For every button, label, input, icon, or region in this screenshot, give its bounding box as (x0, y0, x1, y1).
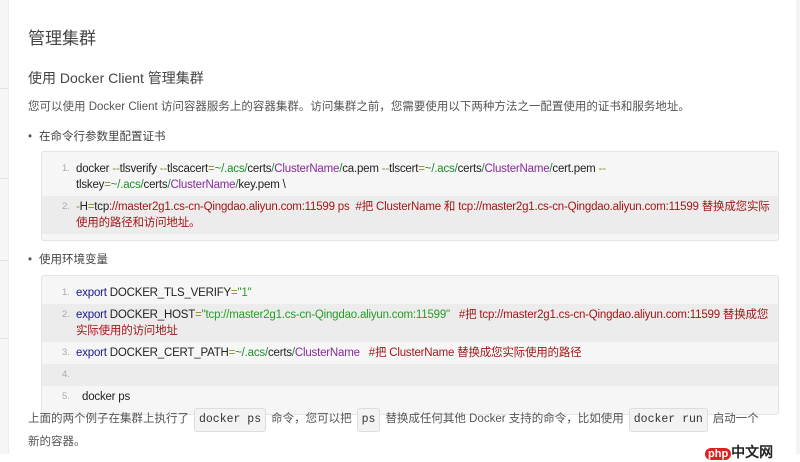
line-number: 3. (62, 347, 70, 358)
code-token: docker (76, 163, 113, 175)
intro-text: 您可以使用 Docker Client 访问容器服务上的容器集群。访问集群之前，… (28, 101, 690, 113)
code-token: -- (381, 163, 389, 175)
code-token: ~/.acs/ (424, 163, 458, 175)
page-title: 管理集群 (28, 29, 96, 48)
code-token: -- (112, 163, 120, 175)
code-token: ~/.acs/ (110, 179, 144, 191)
bullet-cli-certs: 在命令行参数里配置证书 (28, 128, 166, 144)
code-line: 2. -H=tcp://master2g1.cs-cn-Qingdao.aliyu… (42, 196, 778, 234)
line-number: 5. (62, 391, 70, 402)
code-token: ca.pem (342, 163, 382, 175)
code-token: ://master2g1.cs-cn-Qingdao.aliyun.com:11… (76, 201, 770, 229)
code-token: tlsverify (119, 163, 160, 175)
outro-part: 替换成任何其他 Docker 支持的命令，比如使用 (385, 413, 624, 425)
code-token: export (76, 347, 110, 359)
code-token: cert.pem (552, 163, 599, 175)
outro-text: 上面的两个例子在集群上执行了 docker ps 命令，您可以把 ps 替换成任何其他 … (28, 408, 768, 452)
code-token: ~/.acs/ (214, 163, 248, 175)
code-token: #把 ClusterName 替换成您实际使用的路径 (359, 347, 582, 359)
code-line: 2. export DOCKER_HOST="tcp://master2g1.cs… (42, 304, 778, 342)
code-block-env: 1. export DOCKER_TLS_VERIFY="1" 2. export D… (41, 275, 779, 415)
code-block-cli: 1. docker --tlsverify --tlscacert=~/.acs/… (41, 151, 779, 241)
inline-code: docker ps (194, 408, 267, 432)
code-token: DOCKER_TLS_VERIFY (109, 287, 231, 299)
code-line: 5. docker ps (42, 386, 778, 408)
code-token: export (76, 309, 110, 321)
line-number: 4. (62, 369, 70, 380)
code-token: ClusterName (170, 179, 236, 191)
code-token: key.pem \ (238, 179, 286, 191)
code-token: tlscert (388, 163, 419, 175)
code-token: certs (457, 163, 482, 175)
code-line: 1. export DOCKER_TLS_VERIFY="1" (42, 282, 778, 304)
code-line: 1. docker --tlsverify --tlscacert=~/.acs/… (42, 158, 778, 196)
code-token: ClusterName (294, 347, 360, 359)
code-token: DOCKER_CERT_PATH (109, 347, 229, 359)
code-token: "tcp://master2g1.cs-cn-Qingdao.aliyun.co… (201, 309, 459, 321)
code-token: ClusterName (484, 163, 550, 175)
left-sidebar-edge (0, 0, 9, 454)
code-token: certs (143, 179, 168, 191)
code-line: 4. (42, 364, 778, 386)
line-number: 1. (62, 287, 70, 298)
code-token: ~/.acs/ (235, 347, 268, 359)
code-token: docker ps (76, 391, 131, 403)
code-line: 3. export DOCKER_CERT_PATH=~/.acs/certs/C… (42, 342, 778, 364)
section-title: 使用 Docker Client 管理集群 (28, 70, 204, 86)
code-token: tcp (94, 201, 110, 213)
bullet-env-vars: 使用环境变量 (28, 251, 108, 267)
code-token: tlscacert (167, 163, 209, 175)
code-token: ClusterName (274, 163, 340, 175)
inline-code: ps (356, 408, 381, 432)
code-token: -- (159, 163, 168, 175)
inline-code: docker run (628, 408, 708, 432)
line-number: 2. (62, 309, 70, 320)
code-token: DOCKER_HOST (109, 309, 196, 321)
outro-part: 上面的两个例子在集群上执行了 (28, 413, 189, 425)
code-token: -- (598, 163, 606, 175)
scrollbar[interactable] (796, 0, 800, 454)
watermark-logo: php 中文网 (705, 442, 773, 462)
code-token: certs (267, 347, 292, 359)
code-token: export (76, 287, 110, 299)
line-number: 2. (62, 201, 70, 212)
line-number: 1. (62, 163, 70, 174)
outro-part: 命令，您可以把 (271, 413, 352, 425)
code-token: certs (247, 163, 272, 175)
code-token: H (79, 201, 88, 213)
code-token: "1" (237, 287, 252, 299)
